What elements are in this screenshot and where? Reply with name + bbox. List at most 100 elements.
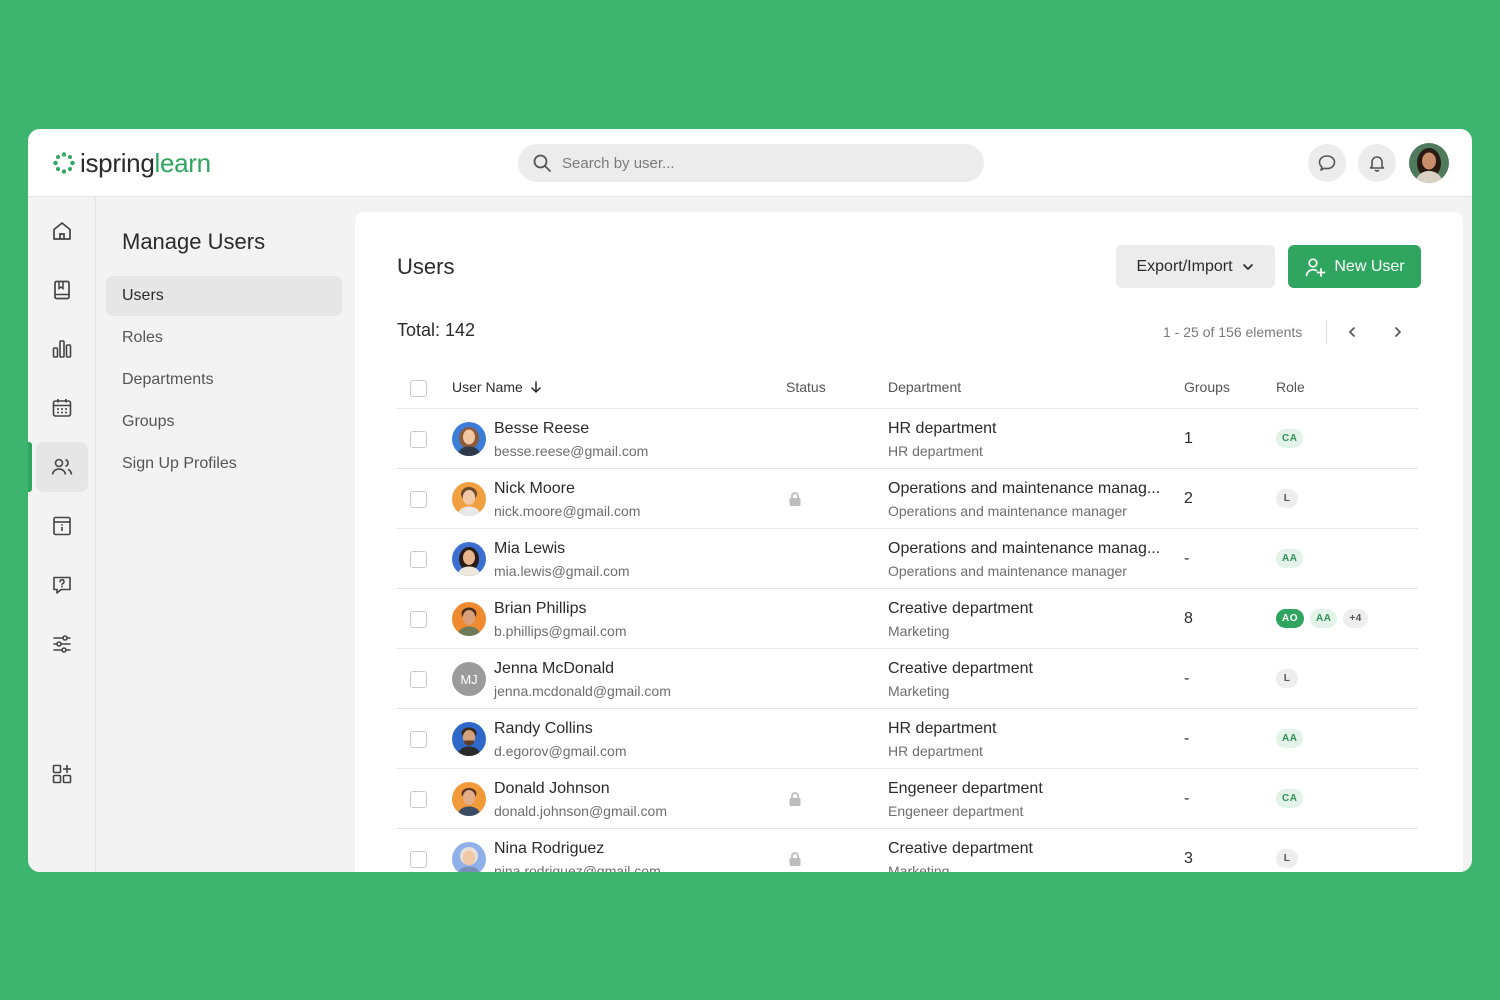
- notifications-button[interactable]: [1358, 144, 1396, 182]
- table-row[interactable]: Donald Johnson donald.johnson@gmail.com …: [397, 769, 1418, 829]
- top-bar: ispringlearn: [28, 129, 1472, 197]
- table-row[interactable]: Brian Phillips b.phillips@gmail.com Crea…: [397, 589, 1418, 649]
- column-department[interactable]: Department: [888, 379, 961, 395]
- user-name[interactable]: Nina Rodriguez: [494, 840, 604, 858]
- users-panel: Users Export/Import New User Total: 142 …: [355, 212, 1463, 872]
- home-icon: [53, 222, 71, 240]
- add-apps-icon: [52, 764, 72, 784]
- nav-info[interactable]: [36, 501, 88, 551]
- groups-count: 3: [1184, 850, 1193, 867]
- nav-home[interactable]: [36, 206, 88, 256]
- role-badge: AA: [1310, 609, 1338, 628]
- manage-users-nav: Manage Users Users Roles Departments Gro…: [97, 198, 355, 872]
- prev-page-button[interactable]: [1340, 320, 1364, 344]
- nav-reports[interactable]: [36, 324, 88, 374]
- table-row[interactable]: Mia Lewis mia.lewis@gmail.com Operations…: [397, 529, 1418, 589]
- info-card-icon: [53, 516, 71, 536]
- column-groups[interactable]: Groups: [1184, 379, 1230, 395]
- user-name[interactable]: Jenna McDonald: [494, 660, 614, 678]
- role-badge: CA: [1276, 789, 1304, 808]
- department-sub: Operations and maintenance manager: [888, 563, 1127, 579]
- department-sub: Engeneer department: [888, 803, 1024, 819]
- role-badge: AA: [1276, 549, 1304, 568]
- chevron-down-icon: [1242, 263, 1253, 270]
- avatar: [452, 422, 486, 456]
- avatar: [452, 482, 486, 516]
- column-status[interactable]: Status: [786, 379, 826, 395]
- lock-icon: [789, 492, 801, 506]
- subnav-item-signup-profiles[interactable]: Sign Up Profiles: [106, 444, 342, 484]
- pagination-divider: [1326, 320, 1327, 344]
- role-badges: L: [1276, 849, 1298, 868]
- groups-count: 2: [1184, 490, 1193, 507]
- column-user-name[interactable]: User Name: [452, 379, 543, 395]
- select-all-checkbox[interactable]: [410, 380, 427, 397]
- user-avatar[interactable]: [1409, 143, 1449, 183]
- table-row[interactable]: Randy Collins d.egorov@gmail.com HR depa…: [397, 709, 1418, 769]
- active-indicator: [28, 442, 32, 492]
- table-row[interactable]: MJ Jenna McDonald jenna.mcdonald@gmail.c…: [397, 649, 1418, 709]
- user-email: b.phillips@gmail.com: [494, 623, 627, 639]
- chat-icon: [1318, 155, 1336, 171]
- table-row[interactable]: Besse Reese besse.reese@gmail.com HR dep…: [397, 409, 1418, 469]
- role-badges: AA: [1276, 549, 1304, 568]
- user-name[interactable]: Besse Reese: [494, 420, 589, 438]
- user-name[interactable]: Brian Phillips: [494, 600, 586, 618]
- department-sub: Operations and maintenance manager: [888, 503, 1127, 519]
- sort-arrow-down-icon: [531, 381, 541, 393]
- logo[interactable]: ispringlearn: [52, 147, 211, 179]
- department: Creative department: [888, 600, 1033, 617]
- column-role[interactable]: Role: [1276, 379, 1305, 395]
- role-badges: L: [1276, 489, 1298, 508]
- search-input[interactable]: [562, 154, 962, 172]
- role-badge: L: [1276, 849, 1298, 868]
- lock-icon: [789, 852, 801, 866]
- chat-button[interactable]: [1308, 144, 1346, 182]
- groups-count: -: [1184, 550, 1190, 567]
- row-checkbox[interactable]: [410, 491, 427, 508]
- nav-library[interactable]: [36, 265, 88, 315]
- nav-settings[interactable]: [36, 619, 88, 669]
- sliders-icon: [53, 635, 71, 653]
- avatar: [452, 542, 486, 576]
- user-name[interactable]: Nick Moore: [494, 480, 575, 498]
- user-email: d.egorov@gmail.com: [494, 743, 627, 759]
- department: Operations and maintenance manag...: [888, 480, 1161, 497]
- row-checkbox[interactable]: [410, 791, 427, 808]
- subnav-item-groups[interactable]: Groups: [106, 402, 342, 442]
- row-checkbox[interactable]: [410, 431, 427, 448]
- export-import-button[interactable]: Export/Import: [1116, 245, 1275, 288]
- department: Engeneer department: [888, 780, 1043, 797]
- subnav-item-roles[interactable]: Roles: [106, 318, 342, 358]
- avatar: [452, 602, 486, 636]
- page-title: Users: [397, 254, 455, 279]
- pagination-info: 1 - 25 of 156 elements: [1163, 324, 1303, 340]
- nav-apps[interactable]: [36, 749, 88, 799]
- logo-text: ispringlearn: [80, 147, 211, 178]
- role-badge: CA: [1276, 429, 1304, 448]
- user-name[interactable]: Donald Johnson: [494, 780, 610, 798]
- avatar: [452, 842, 486, 872]
- subnav-item-users[interactable]: Users: [106, 276, 342, 316]
- user-name[interactable]: Mia Lewis: [494, 540, 565, 558]
- new-user-button[interactable]: New User: [1288, 245, 1421, 288]
- row-checkbox[interactable]: [410, 611, 427, 628]
- row-checkbox[interactable]: [410, 551, 427, 568]
- table-row[interactable]: Nick Moore nick.moore@gmail.com Operatio…: [397, 469, 1418, 529]
- subnav-item-departments[interactable]: Departments: [106, 360, 342, 400]
- next-page-button[interactable]: [1386, 320, 1410, 344]
- nav-help[interactable]: [36, 560, 88, 610]
- nav-users[interactable]: [36, 442, 88, 492]
- user-email: jenna.mcdonald@gmail.com: [494, 683, 671, 699]
- search-bar[interactable]: [518, 144, 984, 182]
- user-name[interactable]: Randy Collins: [494, 720, 593, 738]
- nav-calendar[interactable]: [36, 383, 88, 433]
- table-row[interactable]: Nina Rodriguez nina.rodriguez@gmail.com …: [397, 829, 1418, 872]
- row-checkbox[interactable]: [410, 851, 427, 868]
- row-checkbox[interactable]: [410, 731, 427, 748]
- department: Operations and maintenance manag...: [888, 540, 1161, 557]
- role-badge: L: [1276, 669, 1298, 688]
- row-checkbox[interactable]: [410, 671, 427, 688]
- chart-icon: [52, 340, 72, 358]
- more-roles-badge[interactable]: +4: [1343, 609, 1368, 628]
